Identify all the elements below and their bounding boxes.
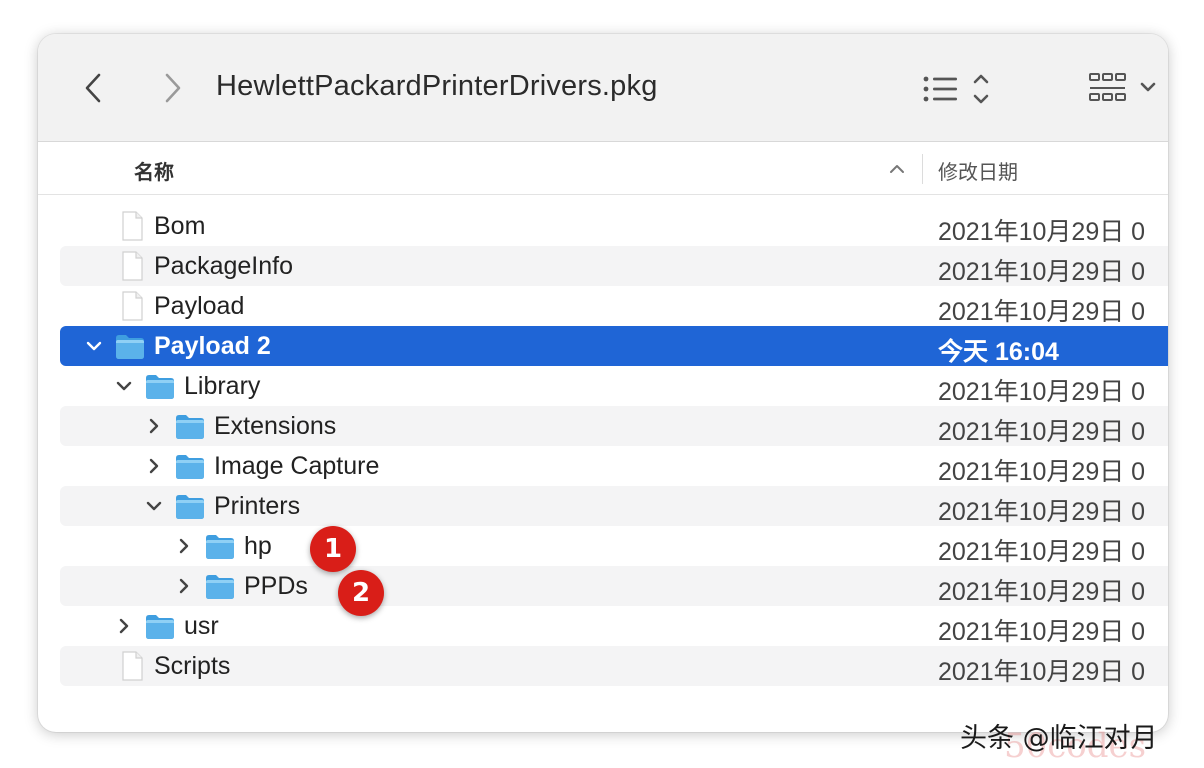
- watermark: 头条 @临江对月: [960, 723, 1158, 754]
- file-row[interactable]: Payload 2021年10月29日 0: [60, 286, 1168, 326]
- column-name-header[interactable]: 名称: [134, 156, 174, 185]
- modified-date: 2021年10月29日 0: [938, 218, 1146, 246]
- folder-icon: [176, 415, 204, 439]
- disclosure-expanded-icon[interactable]: [114, 376, 134, 396]
- file-name: Library: [184, 372, 261, 400]
- document-icon: [122, 651, 143, 681]
- file-row[interactable]: PackageInfo 2021年10月29日 0: [60, 246, 1168, 286]
- file-row[interactable]: Scripts 2021年10月29日 0: [60, 646, 1168, 686]
- file-name: Printers: [214, 492, 301, 520]
- folder-icon: [206, 575, 234, 599]
- folder-row[interactable]: Extensions 2021年10月29日 0: [60, 406, 1168, 446]
- grid-view-icon: [1089, 73, 1156, 101]
- file-name: PPDs: [244, 572, 308, 600]
- file-name: hp: [244, 532, 272, 560]
- file-name: usr: [184, 612, 219, 640]
- modified-date: 2021年10月29日 0: [938, 298, 1146, 326]
- chevron-left-icon: [85, 73, 101, 103]
- modified-date: 2021年10月29日 0: [938, 458, 1146, 486]
- folder-icon: [146, 375, 174, 399]
- modified-date: 2021年10月29日 0: [938, 658, 1146, 686]
- finder-window: HewlettPackardPrinterDrivers.pkg 名称 修改日期…: [38, 34, 1168, 732]
- folder-row[interactable]: Payload 2 今天 16:04: [60, 326, 1168, 366]
- folder-row[interactable]: PPDs 2021年10月29日 0: [60, 566, 1168, 606]
- column-divider[interactable]: [922, 154, 923, 184]
- forward-button[interactable]: [152, 68, 192, 108]
- group-view-button[interactable]: [1086, 68, 1162, 108]
- modified-date: 2021年10月29日 0: [938, 618, 1146, 646]
- file-name: Bom: [154, 212, 206, 240]
- back-button[interactable]: [74, 68, 114, 108]
- list-view-button[interactable]: [920, 70, 998, 108]
- disclosure-collapsed-icon[interactable]: [144, 456, 164, 476]
- annotation-badge-1: 1: [310, 526, 356, 572]
- file-name: Image Capture: [214, 452, 380, 480]
- modified-date: 2021年10月29日 0: [938, 578, 1146, 606]
- disclosure-expanded-icon[interactable]: [84, 336, 104, 356]
- modified-date: 今天 16:04: [938, 338, 1059, 366]
- folder-row[interactable]: Library 2021年10月29日 0: [60, 366, 1168, 406]
- column-header: 名称 修改日期: [38, 142, 1168, 195]
- disclosure-collapsed-icon[interactable]: [174, 536, 194, 556]
- modified-date: 2021年10月29日 0: [938, 538, 1146, 566]
- disclosure-collapsed-icon[interactable]: [174, 576, 194, 596]
- document-icon: [122, 251, 143, 281]
- disclosure-collapsed-icon[interactable]: [144, 416, 164, 436]
- file-name: Payload 2: [154, 332, 271, 360]
- chevron-right-icon: [165, 73, 181, 103]
- folder-row[interactable]: Printers 2021年10月29日 0: [60, 486, 1168, 526]
- document-icon: [122, 211, 143, 241]
- folder-icon: [146, 615, 174, 639]
- folder-icon: [176, 455, 204, 479]
- sort-ascending-icon[interactable]: [886, 158, 908, 180]
- modified-date: 2021年10月29日 0: [938, 418, 1146, 446]
- column-date-header[interactable]: 修改日期: [938, 156, 1018, 185]
- disclosure-collapsed-icon[interactable]: [114, 616, 134, 636]
- file-name: PackageInfo: [154, 252, 293, 280]
- modified-date: 2021年10月29日 0: [938, 258, 1146, 286]
- folder-row[interactable]: usr 2021年10月29日 0: [60, 606, 1168, 646]
- window-title: HewlettPackardPrinterDrivers.pkg: [216, 70, 658, 102]
- document-icon: [122, 291, 143, 321]
- folder-row[interactable]: hp 2021年10月29日 0: [60, 526, 1168, 566]
- file-row[interactable]: Bom 2021年10月29日 0: [60, 206, 1168, 246]
- disclosure-expanded-icon[interactable]: [144, 496, 164, 516]
- folder-icon: [116, 335, 144, 359]
- annotation-badge-2: 2: [338, 570, 384, 616]
- folder-row[interactable]: Image Capture 2021年10月29日 0: [60, 446, 1168, 486]
- folder-icon: [206, 535, 234, 559]
- toolbar: HewlettPackardPrinterDrivers.pkg: [38, 34, 1168, 142]
- modified-date: 2021年10月29日 0: [938, 498, 1146, 526]
- file-name: Extensions: [214, 412, 337, 440]
- file-name: Scripts: [154, 652, 231, 680]
- modified-date: 2021年10月29日 0: [938, 378, 1146, 406]
- file-name: Payload: [154, 292, 245, 320]
- list-view-icon: [923, 74, 989, 104]
- folder-icon: [176, 495, 204, 519]
